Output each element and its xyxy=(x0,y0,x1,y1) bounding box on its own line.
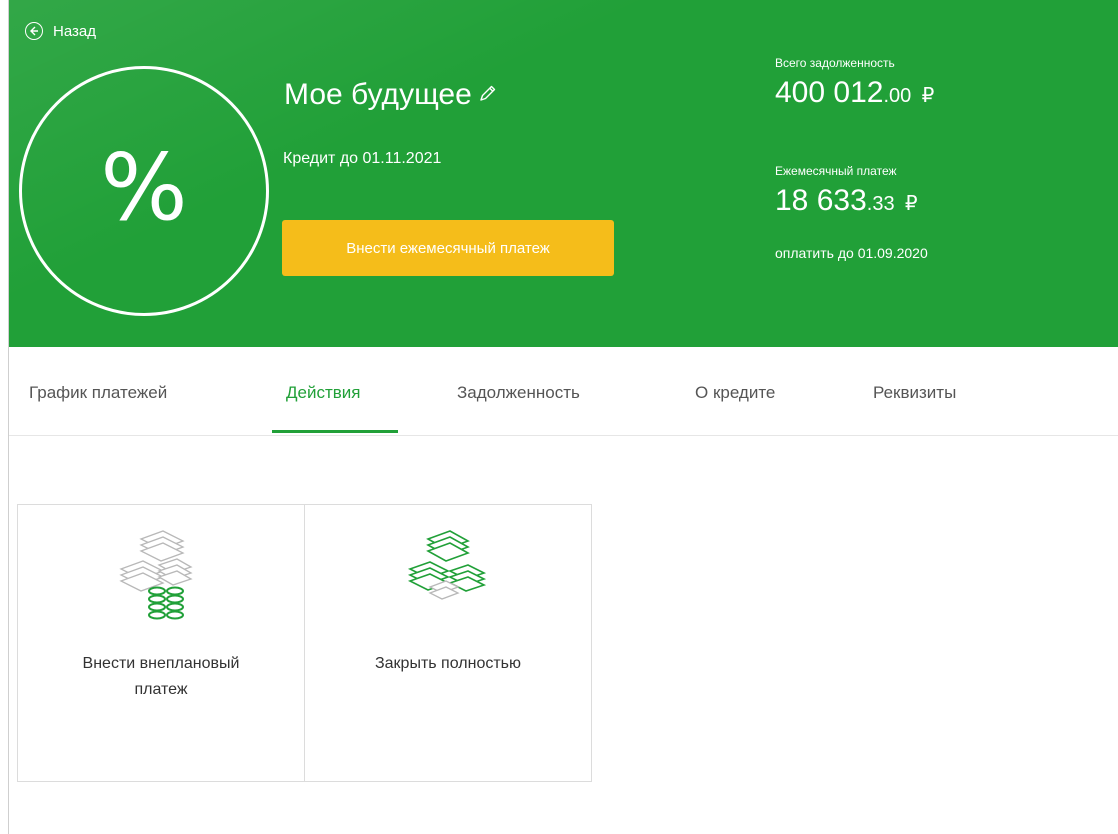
unscheduled-payment-label: Внести внеплановый платеж xyxy=(18,651,304,703)
unscheduled-payment-label-line2: платеж xyxy=(134,681,188,698)
tab-debt[interactable]: Задолженность xyxy=(457,383,580,403)
loan-header: Назад % Мое будущее Кредит до 01.11.2021… xyxy=(9,0,1118,347)
money-coins-icon xyxy=(119,529,203,630)
monthly-payment-main: 18 633 xyxy=(775,184,867,217)
total-debt-main: 400 012 xyxy=(775,76,884,109)
percent-symbol: % xyxy=(100,134,188,241)
money-stacks-icon xyxy=(406,529,490,614)
tab-payment-schedule[interactable]: График платежей xyxy=(29,383,167,403)
payment-due-text: оплатить до 01.09.2020 xyxy=(775,245,928,261)
unscheduled-payment-label-line1: Внести внеплановый xyxy=(82,655,240,672)
monthly-payment-amount: 18 633.33 ₽ xyxy=(775,184,918,218)
unscheduled-payment-card[interactable]: Внести внеплановый платеж xyxy=(17,504,305,782)
pencil-icon[interactable] xyxy=(478,83,498,108)
total-debt-currency: ₽ xyxy=(921,85,935,107)
total-debt-cents: .00 xyxy=(883,85,912,107)
close-loan-label-line1: Закрыть полностью xyxy=(374,655,521,672)
monthly-payment-label: Ежемесячный платеж xyxy=(775,164,897,178)
monthly-payment-currency: ₽ xyxy=(904,193,918,215)
total-debt-label: Всего задолженность xyxy=(775,56,895,70)
percent-circle-icon: % xyxy=(19,66,269,316)
loan-title-row: Мое будущее xyxy=(284,78,498,112)
pay-monthly-button[interactable]: Внести ежемесячный платеж xyxy=(282,220,614,276)
monthly-payment-cents: .33 xyxy=(866,193,895,215)
total-debt-amount: 400 012.00 ₽ xyxy=(775,76,934,110)
tab-requisites[interactable]: Реквизиты xyxy=(873,383,956,403)
close-loan-card[interactable]: Закрыть полностью xyxy=(304,504,592,782)
back-link[interactable]: Назад xyxy=(25,22,96,40)
loan-subtitle: Кредит до 01.11.2021 xyxy=(283,150,442,167)
active-tab-indicator xyxy=(272,430,398,433)
tab-actions[interactable]: Действия xyxy=(286,383,360,403)
back-label: Назад xyxy=(53,22,96,40)
loan-title: Мое будущее xyxy=(284,78,472,111)
arrow-left-icon xyxy=(25,22,43,40)
loan-tabs: График платежей Действия Задолженность О… xyxy=(9,347,1118,436)
close-loan-label: Закрыть полностью xyxy=(305,651,591,677)
tab-about-loan[interactable]: О кредите xyxy=(695,383,775,403)
